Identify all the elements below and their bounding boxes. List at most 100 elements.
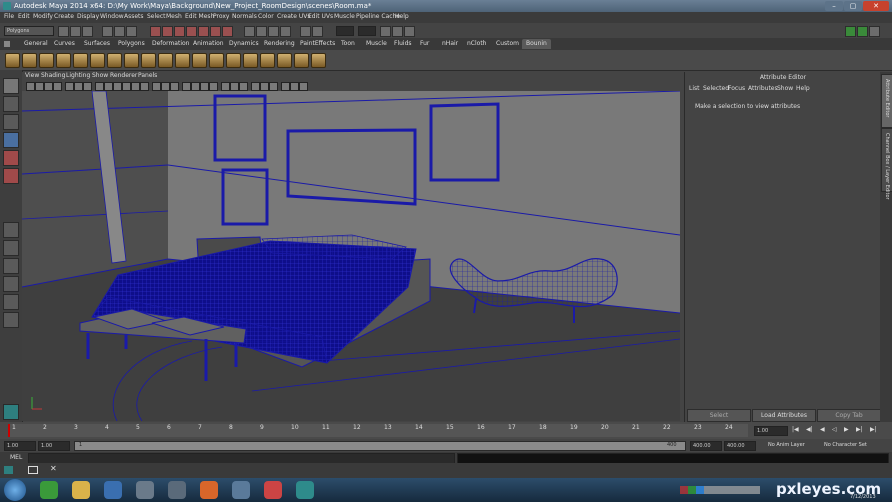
- paint-select-tool-icon[interactable]: [3, 114, 19, 130]
- snap-point-icon[interactable]: [268, 26, 279, 37]
- menu-edit-mesh[interactable]: Edit Mesh: [185, 13, 214, 20]
- close-small-icon[interactable]: ✕: [50, 464, 57, 473]
- shelf-tool-icon[interactable]: [107, 53, 122, 68]
- shelf-tool-icon[interactable]: [39, 53, 54, 68]
- tab-muscle[interactable]: Muscle: [362, 39, 391, 49]
- panel-config-icon[interactable]: [260, 82, 269, 91]
- select-object-icon[interactable]: [114, 26, 125, 37]
- shelf-tool-icon[interactable]: [209, 53, 224, 68]
- layout-persp-graph-icon[interactable]: [3, 276, 19, 292]
- layout-four-icon[interactable]: [3, 240, 19, 256]
- camera-playback-icon[interactable]: [221, 82, 230, 91]
- playback-start-field[interactable]: 1.00: [38, 441, 70, 451]
- character-set-selector[interactable]: No Character Set: [824, 442, 867, 448]
- tab-attribute-editor[interactable]: Attribute Editor: [881, 74, 892, 128]
- wireframe-on-shaded-icon[interactable]: [113, 82, 122, 91]
- camera-icon[interactable]: [26, 82, 35, 91]
- play-back-icon[interactable]: ◁: [832, 426, 837, 433]
- start-button-icon[interactable]: [4, 479, 26, 501]
- ipr-render-icon[interactable]: [392, 26, 403, 37]
- open-scene-icon[interactable]: [70, 26, 81, 37]
- shelf-tool-icon[interactable]: [243, 53, 258, 68]
- render-settings-icon[interactable]: [404, 26, 415, 37]
- layout-outliner-icon[interactable]: [3, 294, 19, 310]
- move-tool-icon[interactable]: [3, 132, 19, 148]
- select-component-icon[interactable]: [126, 26, 137, 37]
- bookmark-icon[interactable]: [44, 82, 53, 91]
- render-current-frame-icon[interactable]: [380, 26, 391, 37]
- tab-general[interactable]: General: [20, 39, 52, 49]
- tab-bounin[interactable]: Bounin: [522, 39, 551, 49]
- textured-icon[interactable]: [122, 82, 131, 91]
- chrome-icon[interactable]: [264, 481, 282, 499]
- menu-display[interactable]: Display: [77, 13, 99, 20]
- use-all-lights-icon[interactable]: [131, 82, 140, 91]
- anim-start-field[interactable]: 1.00: [4, 441, 36, 451]
- attr-menu-focus[interactable]: Focus: [728, 85, 745, 92]
- viewport-menu-lighting[interactable]: Lighting: [66, 72, 90, 79]
- minimized-window-icon[interactable]: [4, 466, 13, 474]
- menu-help[interactable]: Help: [395, 13, 409, 20]
- new-scene-icon[interactable]: [58, 26, 69, 37]
- eye-app-icon[interactable]: [136, 481, 154, 499]
- shelf-tool-icon[interactable]: [311, 53, 326, 68]
- tab-fluids[interactable]: Fluids: [390, 39, 416, 49]
- shelf-tool-icon[interactable]: [294, 53, 309, 68]
- screen-space-ao-icon[interactable]: [182, 82, 191, 91]
- input-field-icon[interactable]: [312, 26, 323, 37]
- shelf-options-icon[interactable]: [4, 41, 10, 47]
- select-by-deformations-icon[interactable]: [198, 26, 209, 37]
- motion-blur-icon[interactable]: [191, 82, 200, 91]
- history-icon[interactable]: [300, 26, 311, 37]
- layout-hypershade-icon[interactable]: [3, 312, 19, 328]
- shelf-tool-icon[interactable]: [260, 53, 275, 68]
- step-back-icon[interactable]: ◀: [820, 426, 825, 433]
- xray-joints-icon[interactable]: [170, 82, 179, 91]
- menu-window[interactable]: Window: [100, 13, 124, 20]
- file-explorer-icon[interactable]: [72, 481, 90, 499]
- menu-assets[interactable]: Assets: [124, 13, 144, 20]
- anim-layer-selector[interactable]: No Anim Layer: [768, 442, 805, 448]
- shelf-tool-icon[interactable]: [22, 53, 37, 68]
- menu-edit[interactable]: Edit: [18, 13, 30, 20]
- shelf-tool-icon[interactable]: [56, 53, 71, 68]
- copy-tab-button[interactable]: Copy Tab: [817, 409, 881, 422]
- numeric-input-field[interactable]: [336, 26, 354, 36]
- resolution-gate-icon[interactable]: [83, 82, 92, 91]
- layout-single-icon[interactable]: [3, 222, 19, 238]
- tab-channel-box[interactable]: Channel Box / Layer Editor: [881, 128, 892, 200]
- select-button[interactable]: Select: [687, 409, 751, 422]
- viewport-menu-shading[interactable]: Shading: [41, 72, 65, 79]
- scale-tool-icon[interactable]: [3, 168, 19, 184]
- close-button[interactable]: ✕: [863, 1, 889, 11]
- step-forward-icon[interactable]: ▶|: [856, 426, 863, 433]
- show-tool-settings-icon[interactable]: [857, 26, 868, 37]
- viewport-menu-renderer[interactable]: Renderer: [110, 72, 137, 79]
- film-gate-icon[interactable]: [74, 82, 83, 91]
- attr-menu-attributes[interactable]: Attributes: [748, 85, 778, 92]
- select-hierarchy-icon[interactable]: [102, 26, 113, 37]
- tab-custom[interactable]: Custom: [492, 39, 523, 49]
- menu-muscle[interactable]: Muscle: [334, 13, 355, 20]
- safe-action-icon[interactable]: [239, 82, 248, 91]
- lasso-tool-icon[interactable]: [3, 96, 19, 112]
- rotate-tool-icon[interactable]: [3, 150, 19, 166]
- show-attribute-editor-icon[interactable]: [845, 26, 856, 37]
- shelf-tool-icon[interactable]: [141, 53, 156, 68]
- save-scene-icon[interactable]: [82, 26, 93, 37]
- select-by-handles-icon[interactable]: [150, 26, 161, 37]
- shelf-tool-icon[interactable]: [124, 53, 139, 68]
- play-forward-icon[interactable]: ▶: [844, 426, 849, 433]
- media-player-icon[interactable]: [104, 481, 122, 499]
- smooth-shade-icon[interactable]: [104, 82, 113, 91]
- tab-curves[interactable]: Curves: [50, 39, 79, 49]
- minimize-button[interactable]: –: [825, 1, 843, 11]
- tab-surfaces[interactable]: Surfaces: [80, 39, 114, 49]
- menu-set-selector[interactable]: Polygons: [4, 26, 54, 36]
- menu-select[interactable]: Select: [147, 13, 166, 20]
- menu-create-uvs[interactable]: Create UVs: [277, 13, 310, 20]
- menu-normals[interactable]: Normals: [232, 13, 257, 20]
- anti-aliasing-icon[interactable]: [200, 82, 209, 91]
- go-to-start-icon[interactable]: |◀: [792, 426, 799, 433]
- menu-create[interactable]: Create: [54, 13, 74, 20]
